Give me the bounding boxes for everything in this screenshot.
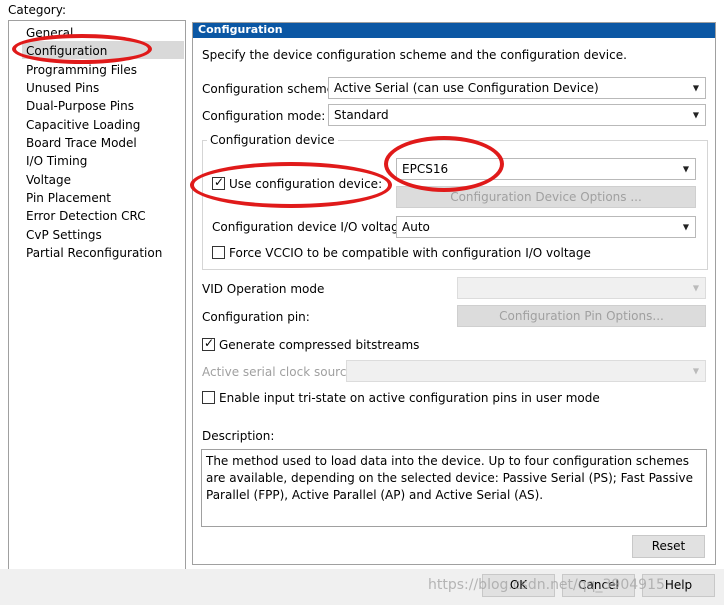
vid-label: VID Operation mode (202, 282, 325, 296)
mode-label: Configuration mode: (202, 109, 326, 123)
category-item-board-trace-model[interactable]: Board Trace Model (26, 134, 137, 152)
description-label: Description: (202, 429, 275, 443)
checkmark-icon: ✓ (204, 336, 215, 350)
io-voltage-label: Configuration device I/O voltage: (212, 220, 411, 234)
dropdown-arrow-icon: ▼ (682, 222, 689, 232)
dropdown-arrow-icon: ▼ (692, 283, 699, 293)
category-item-voltage[interactable]: Voltage (26, 171, 71, 189)
device-group-title: Configuration device (207, 132, 338, 148)
dropdown-arrow-icon: ▼ (692, 110, 699, 120)
dropdown-arrow-icon: ▼ (692, 83, 699, 93)
category-item-error-detection-crc[interactable]: Error Detection CRC (26, 207, 146, 225)
category-label: Category: (8, 3, 66, 17)
scheme-value: Active Serial (can use Configuration Dev… (334, 81, 599, 95)
category-item-pin-placement[interactable]: Pin Placement (26, 189, 111, 207)
io-voltage-value: Auto (402, 220, 430, 234)
mode-value: Standard (334, 108, 389, 122)
mode-select[interactable]: Standard ▼ (328, 104, 706, 126)
reset-button[interactable]: Reset (632, 535, 705, 558)
watermark: https://blog.csdn.net/qq_3904915 (428, 577, 665, 593)
vid-select[interactable]: ▼ (457, 277, 706, 299)
compressed-checkbox[interactable]: ✓ (202, 336, 215, 351)
description-text: The method used to load data into the de… (206, 454, 693, 502)
tristate-checkbox[interactable] (202, 391, 215, 404)
io-voltage-select[interactable]: Auto ▼ (396, 216, 696, 238)
annotation-oval-configuration (12, 34, 152, 64)
dropdown-arrow-icon: ▼ (692, 366, 699, 376)
scheme-select[interactable]: Active Serial (can use Configuration Dev… (328, 77, 706, 99)
pin-options-button[interactable]: Configuration Pin Options... (457, 305, 706, 327)
scheme-label: Configuration scheme: (202, 82, 339, 96)
dropdown-arrow-icon: ▼ (682, 164, 689, 174)
force-vccio-checkbox[interactable] (212, 246, 225, 259)
clock-source-label: Active serial clock source: (202, 365, 358, 379)
force-vccio-label: Force VCCIO to be compatible with config… (229, 246, 591, 260)
category-item-unused-pins[interactable]: Unused Pins (26, 79, 99, 97)
annotation-oval-use-device (190, 162, 392, 208)
tristate-label: Enable input tri-state on active configu… (219, 391, 600, 405)
category-item-cvp-settings[interactable]: CvP Settings (26, 226, 102, 244)
panel-intro: Specify the device configuration scheme … (202, 48, 627, 62)
annotation-oval-device (384, 136, 504, 192)
category-item-capacitive-loading[interactable]: Capacitive Loading (26, 116, 140, 134)
compressed-label: Generate compressed bitstreams (219, 338, 420, 352)
category-item-dual-purpose-pins[interactable]: Dual-Purpose Pins (26, 97, 134, 115)
category-item-partial-reconfiguration[interactable]: Partial Reconfiguration (26, 244, 162, 262)
category-item-io-timing[interactable]: I/O Timing (26, 152, 87, 170)
pin-label: Configuration pin: (202, 310, 310, 324)
panel-title: Configuration (198, 23, 283, 36)
clock-source-select[interactable]: ▼ (346, 360, 706, 382)
